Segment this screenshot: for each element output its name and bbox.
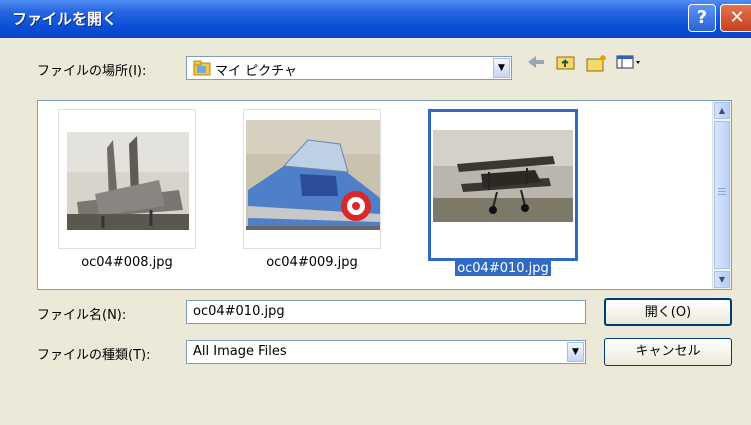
scroll-thumb[interactable] <box>714 121 730 269</box>
file-name-label: oc04#008.jpg <box>81 255 173 270</box>
file-type-label: ファイルの種類(T): <box>37 348 151 363</box>
file-name-label: ファイル名(N): <box>37 308 127 323</box>
scroll-up-button[interactable]: ▲ <box>714 102 730 119</box>
new-folder-icon[interactable] <box>586 54 608 76</box>
file-type-combo[interactable]: All Image Files ▼ <box>186 340 586 364</box>
vertical-scrollbar[interactable]: ▲ ▼ <box>712 101 731 289</box>
look-in-dropdown-arrow[interactable]: ▼ <box>493 58 510 78</box>
scroll-down-button[interactable]: ▼ <box>714 271 730 288</box>
thumbnail-blue-plane-cockpit <box>243 109 381 249</box>
file-name-label-selected: oc04#010.jpg <box>455 261 551 276</box>
file-name-input[interactable]: oc04#010.jpg <box>186 300 586 324</box>
thumbnail-jet-fighter <box>58 109 196 249</box>
look-in-value: マイ ピクチャ <box>215 64 298 79</box>
look-in-combo[interactable]: マイ ピクチャ ▼ <box>186 56 512 80</box>
help-icon: ? <box>696 7 708 28</box>
file-name-label: oc04#009.jpg <box>266 255 358 270</box>
open-button[interactable]: 開く(O) <box>604 298 732 326</box>
close-button[interactable]: ✕ <box>720 4 751 32</box>
file-type-value: All Image Files <box>193 344 287 359</box>
close-icon: ✕ <box>729 7 745 28</box>
cancel-button[interactable]: キャンセル <box>604 338 732 366</box>
dialog-title: ファイルを開く <box>12 10 118 28</box>
help-button[interactable]: ? <box>688 4 716 32</box>
look-in-label: ファイルの場所(I): <box>37 64 147 79</box>
file-list-pane[interactable]: oc04#008.jpg oc04#009.jpg oc04#010.jpg ▲… <box>37 100 732 290</box>
title-bar[interactable]: ファイルを開く ? ✕ <box>0 0 751 38</box>
open-file-dialog: ファイルを開く ? ✕ ファイルの場所(I): マイ ピクチャ ▼ oc04#0… <box>0 0 751 425</box>
thumbnail-biplane <box>428 109 578 261</box>
cancel-button-label: キャンセル <box>635 344 701 359</box>
up-folder-icon[interactable] <box>556 54 576 74</box>
file-type-dropdown-arrow[interactable]: ▼ <box>567 342 584 362</box>
folder-icon <box>193 60 211 76</box>
back-icon[interactable] <box>526 54 546 74</box>
open-button-label: 開く(O) <box>644 305 692 320</box>
file-name-value: oc04#010.jpg <box>193 304 285 319</box>
view-menu-icon[interactable] <box>616 54 642 74</box>
